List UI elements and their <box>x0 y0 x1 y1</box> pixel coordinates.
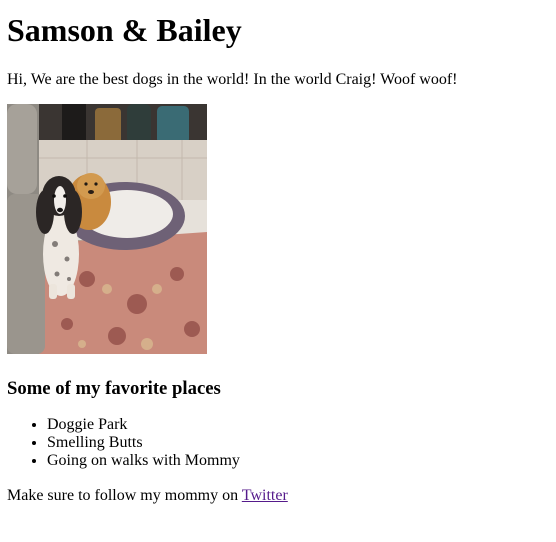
favorites-list: Doggie Park Smelling Butts Going on walk… <box>7 416 240 470</box>
follow-label: Make sure to follow my mommy on <box>7 487 242 504</box>
list-item: Doggie Park <box>47 416 240 434</box>
follow-text: Make sure to follow my mommy on Twitter <box>7 486 288 506</box>
dogs-photo-illustration <box>7 104 207 354</box>
dogs-photo <box>7 104 207 354</box>
page-title: Samson & Bailey <box>7 12 242 48</box>
twitter-link[interactable]: Twitter <box>242 487 288 504</box>
list-item: Going on walks with Mommy <box>47 452 240 470</box>
favorites-heading: Some of my favorite places <box>7 378 221 399</box>
list-item: Smelling Butts <box>47 434 240 452</box>
intro-text: Hi, We are the best dogs in the world! I… <box>7 71 458 88</box>
